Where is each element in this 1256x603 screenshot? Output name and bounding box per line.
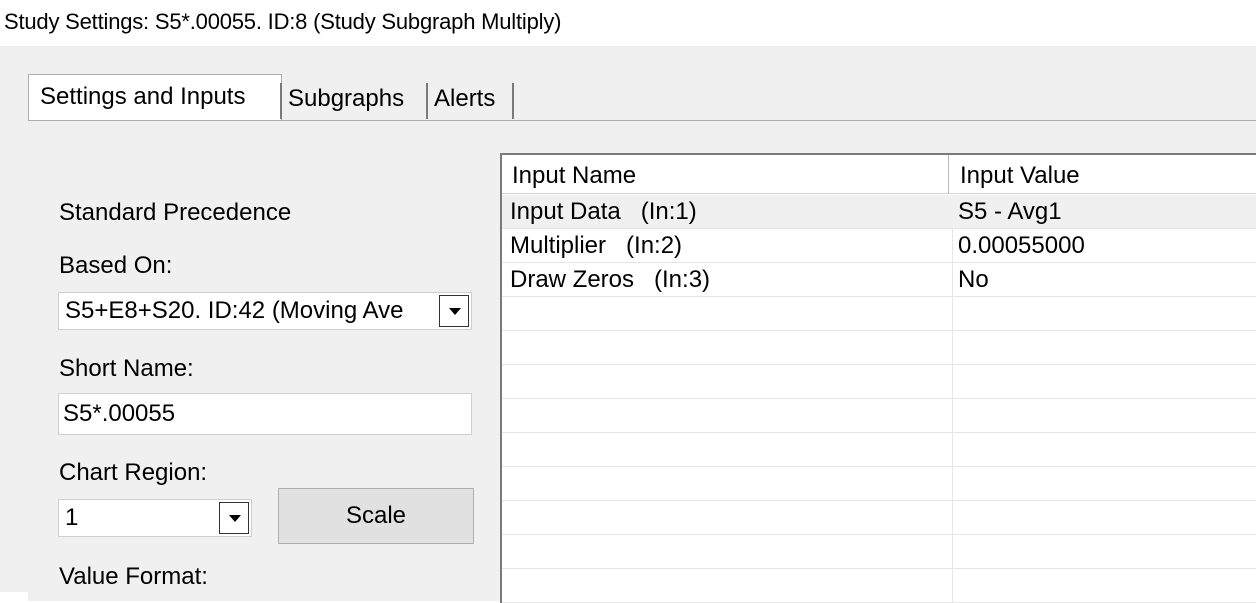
chart-region-value: 1 bbox=[65, 504, 79, 531]
value-format-label: Value Format: bbox=[59, 563, 208, 590]
based-on-value: S5+E8+S20. ID:42 (Moving Ave bbox=[65, 297, 404, 324]
column-divider bbox=[948, 155, 949, 193]
input-value-cell: S5 - Avg1 bbox=[958, 198, 1062, 225]
short-name-value: S5*.00055 bbox=[63, 400, 176, 427]
empty-table-row bbox=[502, 365, 1256, 399]
tab-settings-and-inputs[interactable]: Settings and Inputs bbox=[28, 74, 282, 120]
input-value-cell: 0.00055000 bbox=[958, 232, 1085, 259]
column-header-input-value[interactable]: Input Value bbox=[950, 155, 1080, 193]
input-name-cell: Multiplier (In:2) bbox=[510, 232, 683, 259]
table-row[interactable]: Draw Zeros (In:3) No bbox=[502, 263, 1256, 297]
chart-region-select[interactable]: 1 bbox=[58, 499, 252, 537]
precedence-label: Standard Precedence bbox=[59, 199, 292, 226]
empty-table-row bbox=[502, 399, 1256, 433]
table-row[interactable]: Multiplier (In:2) 0.00055000 bbox=[502, 229, 1256, 263]
tab-label: Subgraphs bbox=[288, 85, 405, 112]
tab-subgraphs[interactable]: Subgraphs bbox=[288, 77, 404, 121]
tab-alerts[interactable]: Alerts bbox=[434, 77, 495, 121]
empty-table-row bbox=[502, 331, 1256, 365]
empty-table-row bbox=[502, 433, 1256, 467]
tab-separator bbox=[426, 83, 428, 119]
tab-separator bbox=[512, 83, 514, 119]
tab-label: Settings and Inputs bbox=[40, 83, 246, 110]
short-name-input[interactable]: S5*.00055 bbox=[58, 393, 472, 435]
table-header: Input Name Input Value bbox=[502, 155, 1256, 194]
chart-region-label: Chart Region: bbox=[59, 459, 208, 486]
input-name-cell: Input Data (In:1) bbox=[510, 198, 697, 225]
input-value-cell: No bbox=[958, 266, 989, 293]
empty-table-row bbox=[502, 569, 1256, 603]
window-title: Study Settings: S5*.00055. ID:8 (Study S… bbox=[4, 9, 562, 34]
based-on-select[interactable]: S5+E8+S20. ID:42 (Moving Ave bbox=[58, 292, 472, 330]
scale-button[interactable]: Scale bbox=[278, 488, 474, 544]
chevron-down-icon[interactable] bbox=[439, 295, 469, 327]
based-on-label: Based On: bbox=[59, 252, 173, 279]
chevron-down-icon[interactable] bbox=[219, 502, 249, 534]
empty-table-row bbox=[502, 467, 1256, 501]
table-row[interactable]: Input Data (In:1) S5 - Avg1 bbox=[502, 195, 1256, 229]
input-name-cell: Draw Zeros (In:3) bbox=[510, 266, 711, 293]
tab-separator bbox=[280, 83, 282, 119]
window-title-bar: Study Settings: S5*.00055. ID:8 (Study S… bbox=[0, 0, 1256, 46]
empty-table-row bbox=[502, 297, 1256, 331]
short-name-label: Short Name: bbox=[59, 355, 194, 382]
column-header-input-name[interactable]: Input Name bbox=[502, 155, 636, 193]
inputs-table[interactable]: Input Name Input Value Input Data (In:1)… bbox=[500, 153, 1256, 603]
empty-table-row bbox=[502, 501, 1256, 535]
empty-table-row bbox=[502, 535, 1256, 569]
tab-label: Alerts bbox=[434, 85, 496, 112]
